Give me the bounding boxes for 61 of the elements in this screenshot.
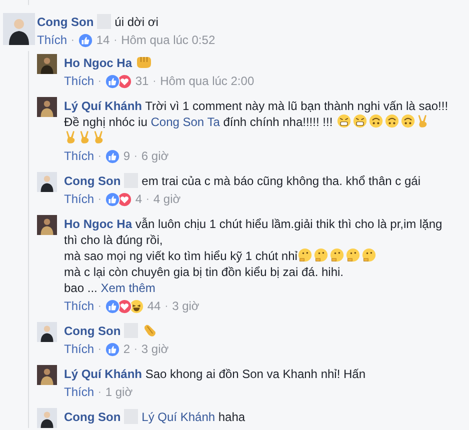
comment-text: thì cho là đúng rồi,	[64, 233, 163, 247]
avatar[interactable]	[37, 322, 57, 342]
timestamp[interactable]: 3 giờ	[141, 341, 169, 358]
timestamp[interactable]: 4 giờ	[153, 191, 181, 208]
separator: ·	[71, 34, 74, 48]
reaction-count[interactable]: 14	[96, 32, 110, 49]
avatar[interactable]	[37, 408, 57, 428]
mention-link[interactable]: Cong Son Ta	[150, 115, 220, 129]
comment-text: đính chính nha!!!!! !!!	[222, 115, 334, 129]
comment-text: Đề nghị nhóc iu	[64, 115, 148, 129]
timestamp[interactable]: 6 giờ	[141, 148, 169, 165]
author-link[interactable]: Ho Ngoc Ha	[64, 217, 132, 231]
comment-text: em trai của c mà báo cũng không tha. khổ thân c gái	[142, 174, 420, 188]
author-link[interactable]: Cong Son	[64, 324, 121, 338]
reaction-count[interactable]: 31	[135, 73, 149, 90]
reaction-count[interactable]: 2	[123, 341, 130, 358]
separator: ·	[98, 150, 102, 164]
separator: ·	[98, 300, 102, 314]
like-link[interactable]: Thích	[37, 32, 68, 49]
comment-text: mà sao mọi ng viết ko tìm hiểu kỹ 1 chút nhỉ	[64, 249, 298, 263]
avatar[interactable]	[37, 54, 57, 74]
like-link[interactable]: Thích	[64, 384, 94, 401]
comment-text: úi dời ơi	[114, 15, 158, 29]
reaction-count[interactable]: 4	[135, 191, 142, 208]
reaction-count[interactable]: 44	[147, 298, 161, 315]
author-link[interactable]: Cong Son	[64, 174, 121, 188]
mention-link[interactable]: Lý Quí Khánh	[142, 410, 216, 424]
like-link[interactable]: Thích	[64, 148, 94, 165]
separator: ·	[114, 34, 118, 48]
author-link[interactable]: Cong Son	[64, 410, 121, 424]
like-link[interactable]: Thích	[64, 298, 94, 315]
reaction-count[interactable]: 9	[123, 148, 130, 165]
timestamp[interactable]: 3 giờ	[172, 298, 200, 315]
separator: ·	[134, 150, 138, 164]
author-link[interactable]: Cong Son	[37, 15, 94, 29]
comment-text: vẫn luôn chịu 1 chút hiểu lầm.giải thik thì cho là pr,im lặng	[135, 217, 442, 231]
timestamp[interactable]: Hôm qua lúc 2:00	[160, 73, 254, 90]
separator: ·	[98, 343, 102, 357]
separator: ·	[152, 75, 156, 89]
comment-text: mà c lại còn chuyên gia bị tin đồn kiểu bị zai đá. hihi.	[64, 265, 344, 279]
separator: ·	[98, 386, 102, 400]
comment-text: Trời vì 1 comment này mà lũ bạn thành nghi vấn là sao!!!	[145, 99, 448, 113]
comment-text: Sao khong ai đồn Son va Khanh nhỉ! Hấn	[145, 367, 366, 381]
timestamp[interactable]: 1 giờ	[105, 384, 133, 401]
author-link[interactable]: Ho Ngoc Ha	[64, 56, 132, 70]
like-link[interactable]: Thích	[64, 73, 94, 90]
comment-text: bao ...	[64, 281, 98, 295]
separator: ·	[134, 343, 138, 357]
see-more-link[interactable]: Xem thêm	[100, 281, 156, 295]
author-link[interactable]: Lý Quí Khánh	[64, 99, 142, 113]
separator: ·	[98, 193, 102, 207]
comment-text: haha	[217, 410, 246, 424]
avatar[interactable]	[3, 13, 35, 45]
separator: ·	[146, 193, 150, 207]
like-link[interactable]: Thích	[64, 341, 94, 358]
avatar[interactable]	[37, 172, 57, 192]
timestamp[interactable]: Hôm qua lúc 0:52	[121, 32, 216, 49]
separator: ·	[98, 75, 102, 89]
like-link[interactable]: Thích	[64, 191, 94, 208]
author-link[interactable]: Lý Quí Khánh	[64, 367, 142, 381]
separator: ·	[164, 300, 168, 314]
